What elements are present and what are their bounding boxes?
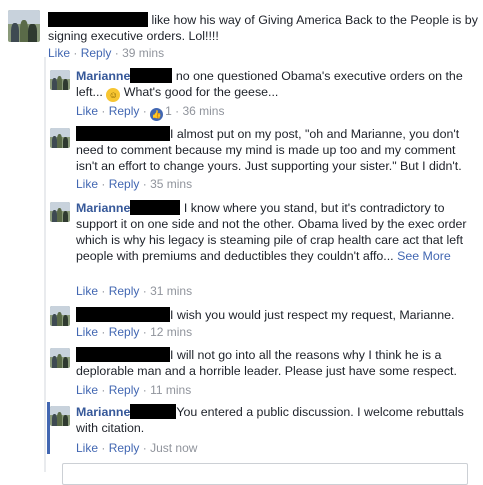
redacted-name (48, 12, 148, 27)
comment-body: I almost put on my post, "oh and Mariann… (76, 126, 476, 174)
commenter-avatar[interactable] (50, 202, 70, 222)
like-button[interactable]: Like (76, 383, 98, 397)
reply-button[interactable]: Reply (109, 325, 140, 339)
reply-button[interactable]: Reply (109, 441, 140, 455)
like-button[interactable]: Like (76, 284, 98, 298)
comment-actions: Like · Reply · 12 mins (76, 325, 193, 339)
commenter-avatar[interactable] (50, 406, 70, 426)
like-button[interactable]: Like (76, 441, 98, 455)
commenter-name[interactable]: Marianne (76, 405, 130, 419)
comment-body: I will not go into all the reasons why I… (76, 347, 476, 379)
see-more-link[interactable]: See More (397, 249, 451, 263)
commenter-name[interactable]: Marianne (76, 201, 130, 215)
redacted-name (130, 68, 173, 83)
commenter-avatar[interactable] (50, 348, 70, 368)
redacted-name (130, 200, 181, 215)
comment-body: Marianne no one questioned Obama's execu… (76, 68, 474, 102)
like-button[interactable]: Like (76, 177, 98, 191)
comment-actions: Like · Reply · Just now (76, 441, 198, 455)
comment-body: I wish you would just respect my request… (76, 307, 476, 323)
reply-input[interactable] (62, 463, 468, 485)
timestamp[interactable]: 39 mins (122, 46, 164, 60)
commenter-name[interactable]: Marianne (76, 69, 130, 83)
redacted-name (76, 126, 170, 141)
commenter-avatar[interactable] (50, 70, 70, 90)
like-button[interactable]: Like (76, 325, 98, 339)
comment-actions: Like · Reply · 39 mins (48, 46, 165, 60)
timestamp[interactable]: 31 mins (150, 284, 192, 298)
comment-body: Marianne You entered a public discussion.… (76, 404, 474, 436)
reply-button[interactable]: Reply (81, 46, 112, 60)
reaction-count[interactable]: 1 (165, 104, 172, 118)
timestamp[interactable]: 12 mins (150, 325, 192, 339)
comment-actions: Like · Reply · 👍 1 · 36 mins (76, 104, 225, 121)
like-thumb-icon[interactable]: 👍 (150, 108, 164, 121)
reply-thread-line (44, 57, 46, 472)
comment-actions: Like · Reply · 35 mins (76, 177, 193, 191)
smiling-face-icon: ☺ (106, 88, 121, 102)
timestamp[interactable]: 36 mins (182, 104, 224, 118)
like-button[interactable]: Like (48, 46, 70, 60)
reply-button[interactable]: Reply (109, 284, 140, 298)
comment-actions: Like · Reply · 31 mins (76, 284, 193, 298)
redacted-name (76, 347, 170, 362)
like-button[interactable]: Like (76, 104, 98, 118)
reply-button[interactable]: Reply (109, 383, 140, 397)
reply-button[interactable]: Reply (109, 177, 140, 191)
timestamp[interactable]: 11 mins (150, 383, 191, 397)
comment-body: Marianne I know where you stand, but it'… (76, 200, 474, 264)
comment-actions: Like · Reply · 11 mins (76, 383, 192, 397)
commenter-avatar[interactable] (50, 128, 70, 148)
commenter-avatar[interactable] (8, 10, 40, 42)
timestamp[interactable]: Just now (150, 441, 197, 455)
commenter-avatar[interactable] (50, 306, 70, 326)
comment-text: I wish you would just respect my request… (170, 308, 455, 322)
reply-button[interactable]: Reply (109, 104, 140, 118)
comment-body: like how his way of Giving America Back … (48, 12, 478, 44)
comment-text-continued: What's good for the geese... (123, 85, 279, 99)
redacted-name (76, 307, 170, 322)
redacted-name (130, 404, 177, 419)
timestamp[interactable]: 35 mins (150, 177, 192, 191)
